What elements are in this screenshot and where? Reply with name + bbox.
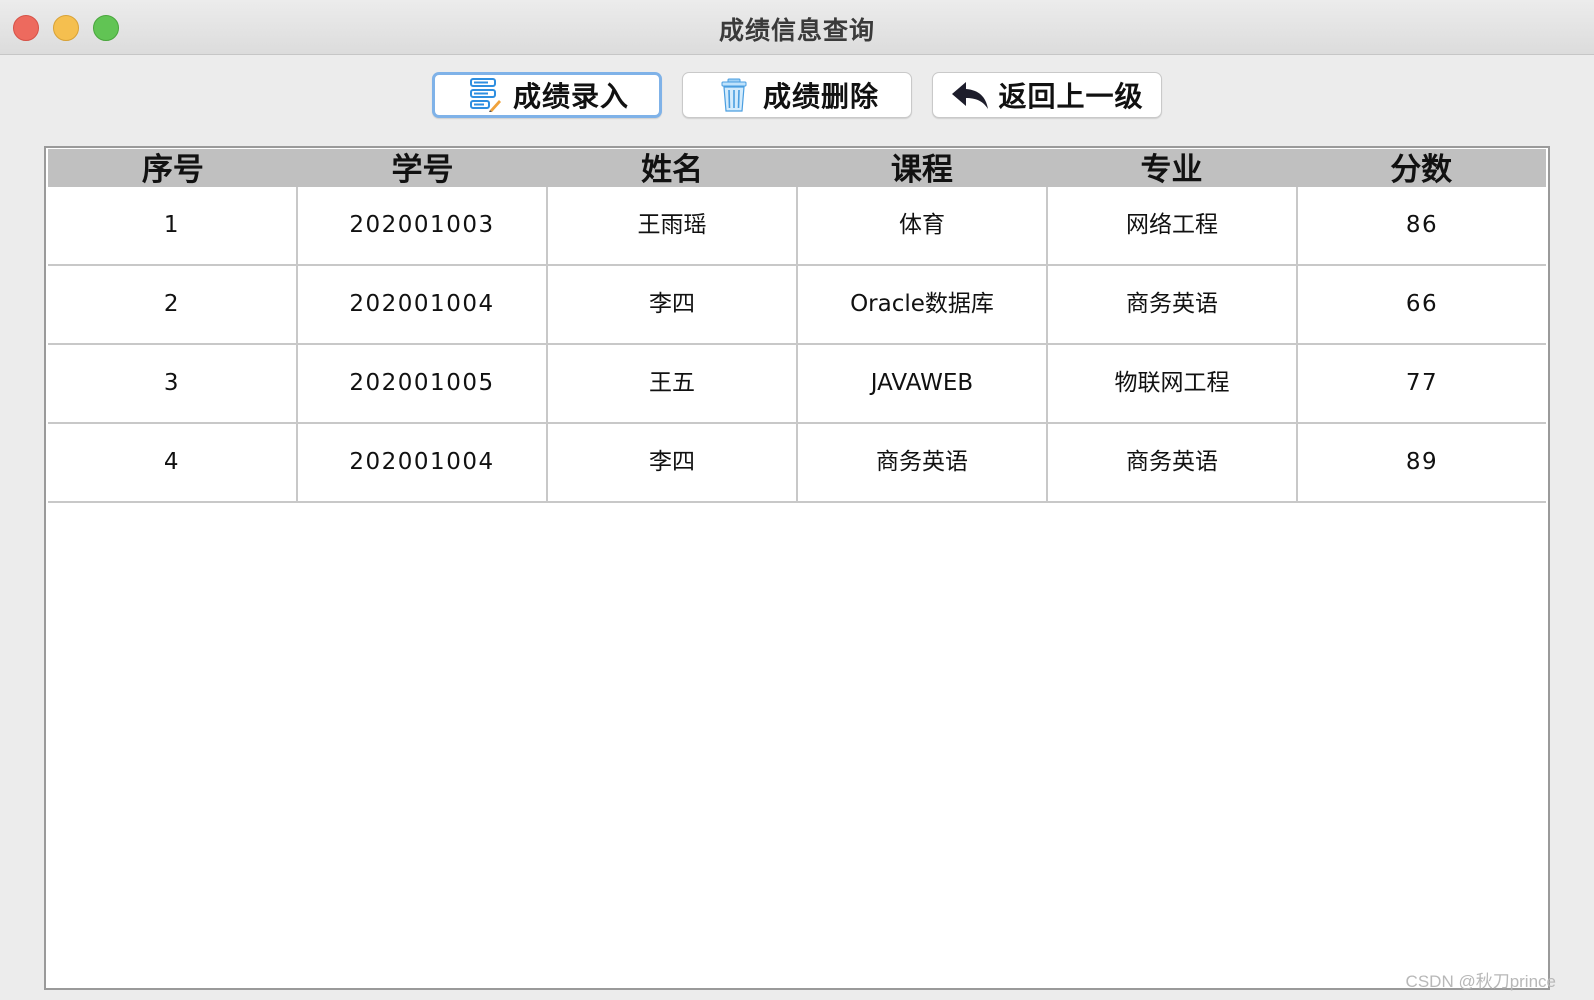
reply-arrow-icon [950,76,989,114]
cell-index: 3 [48,345,298,422]
cell-score: 77 [1405,370,1439,396]
cell-course: 商务英语 [798,424,1048,501]
cell-score: 86 [1405,212,1439,238]
back-button[interactable]: 返回上一级 [932,72,1162,118]
table-row[interactable]: 2 202001004 李四 Oracle数据库 商务英语 66 [48,266,1546,345]
cell-major: 物联网工程 [1048,345,1298,422]
add-score-button[interactable]: 成绩录入 [432,72,662,118]
cell-student-id: 202001003 [298,187,548,264]
cell-course: JAVAWEB [798,345,1048,422]
add-score-label: 成绩录入 [512,80,629,113]
column-header-course[interactable]: 课程 [797,149,1047,188]
cell-name: 李四 [548,424,798,501]
table-body: 1 202001003 王雨瑶 体育 网络工程 86 2 202001004 李… [48,187,1546,503]
cell-index: 2 [48,266,298,343]
cell-index: 4 [48,424,298,501]
cell-course: Oracle数据库 [798,266,1048,343]
cell-major: 商务英语 [1048,424,1298,501]
cell-major: 网络工程 [1048,187,1298,264]
table-row[interactable]: 1 202001003 王雨瑶 体育 网络工程 86 [48,187,1546,266]
form-edit-icon [465,76,503,114]
toolbar: 成绩录入 成绩删除 返回上一级 [0,72,1594,120]
title-bar: 成绩信息查询 [0,0,1594,55]
cell-course: 体育 [798,187,1048,264]
cell-name: 王雨瑶 [548,187,798,264]
column-header-score[interactable]: 分数 [1296,149,1546,188]
cell-index: 1 [48,187,298,264]
cell-major: 商务英语 [1048,266,1298,343]
delete-score-button[interactable]: 成绩删除 [682,72,912,118]
app-window: 成绩信息查询 成绩录入 成绩删除 返回上一级 序号 学号 姓名 课程 专业 分数… [0,0,1594,1000]
table-header: 序号 学号 姓名 课程 专业 分数 [48,149,1546,188]
back-label: 返回上一级 [998,80,1144,113]
watermark-text: CSDN @秋刀prince [1405,972,1556,991]
table-row[interactable]: 3 202001005 王五 JAVAWEB 物联网工程 77 [48,345,1546,424]
window-title: 成绩信息查询 [718,16,875,45]
cell-score: 89 [1405,449,1439,475]
delete-score-label: 成绩删除 [762,80,879,113]
cell-student-id: 202001004 [298,424,548,501]
cell-student-id: 202001004 [298,266,548,343]
column-header-major[interactable]: 专业 [1047,149,1297,188]
column-header-name[interactable]: 姓名 [547,149,797,188]
table-row[interactable]: 4 202001004 李四 商务英语 商务英语 89 [48,424,1546,503]
score-table: 序号 学号 姓名 课程 专业 分数 1 202001003 王雨瑶 体育 网络工… [44,146,1550,990]
trash-icon [715,76,753,114]
cell-name: 李四 [548,266,798,343]
cell-student-id: 202001005 [298,345,548,422]
cell-score: 66 [1405,291,1439,317]
column-header-student-id[interactable]: 学号 [298,149,548,188]
column-header-index[interactable]: 序号 [48,149,298,188]
cell-name: 王五 [548,345,798,422]
